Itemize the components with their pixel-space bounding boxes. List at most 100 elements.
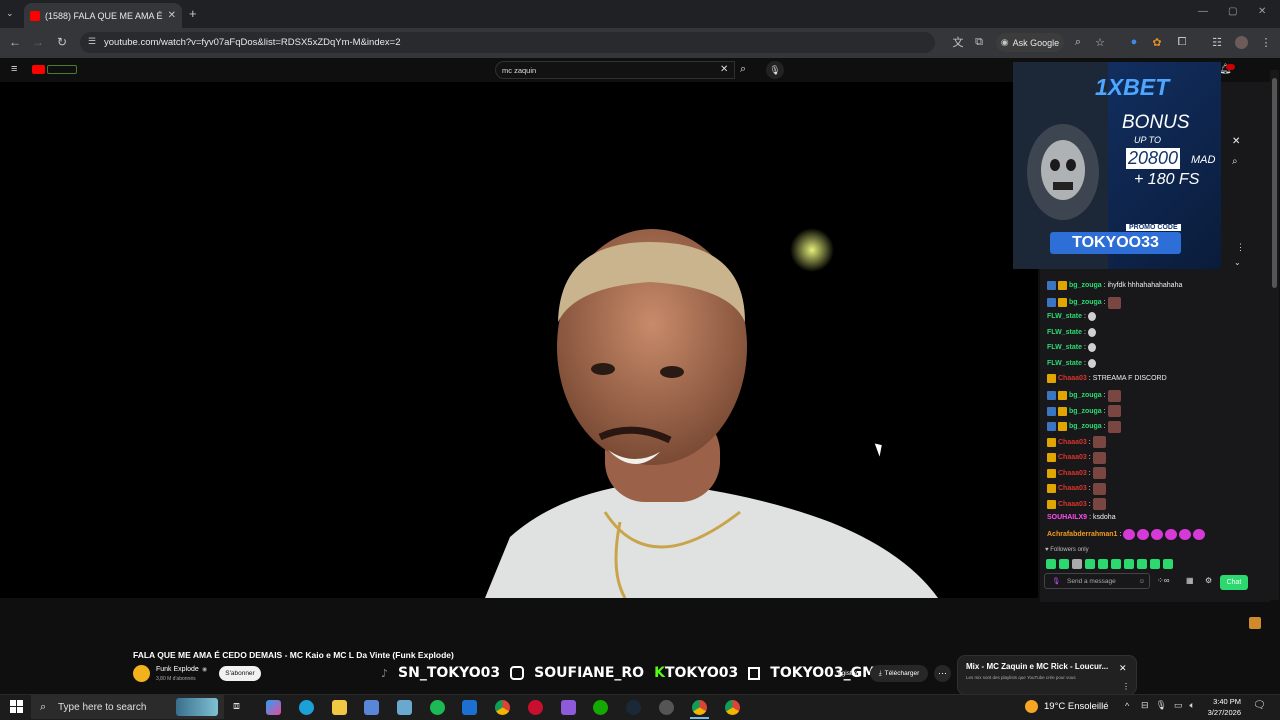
channel-name[interactable]: Funk Explode: [156, 666, 199, 673]
emote-icon[interactable]: [1137, 559, 1147, 569]
search-input[interactable]: mc zaquin: [495, 61, 735, 79]
microphone-tray-icon[interactable]: 🎙︎: [1156, 700, 1167, 711]
close-window-button[interactable]: ✕: [1258, 6, 1266, 17]
chrome-second-icon[interactable]: [725, 700, 740, 715]
copilot-icon[interactable]: [266, 700, 281, 715]
ad-close-icon[interactable]: ✕: [1232, 136, 1240, 147]
back-button[interactable]: ←: [4, 31, 26, 53]
chat-username[interactable]: bg_zouga: [1069, 299, 1102, 306]
emote-icon[interactable]: [1059, 559, 1069, 569]
tray-overflow-icon[interactable]: ^: [1125, 701, 1129, 711]
translate-icon[interactable]: 文: [950, 34, 966, 50]
maximize-button[interactable]: ▢: [1228, 6, 1237, 17]
chat-expand-icon[interactable]: ⌄: [1234, 258, 1241, 267]
chat-username[interactable]: SOUHAILX9: [1047, 514, 1087, 521]
chat-username[interactable]: Chaaa03: [1058, 470, 1087, 477]
tray-icons[interactable]: ⊟ 🎙︎ ▭ 🔈︎: [1141, 700, 1195, 711]
chat-username[interactable]: Chaaa03: [1058, 439, 1087, 446]
download-button[interactable]: ⤓ Télécharger: [870, 665, 928, 682]
taskbar-search-box[interactable]: ⌕ Type here to search: [31, 695, 224, 719]
subscribe-button[interactable]: S'abonner: [219, 666, 261, 681]
mix-more-icon[interactable]: ⋮: [1122, 682, 1130, 691]
chat-username[interactable]: Chaaa03: [1058, 485, 1087, 492]
menu-icon[interactable]: ≡: [11, 63, 17, 75]
browser-tab-active[interactable]: (1588) FALA QUE ME AMA É CE ✕: [24, 3, 182, 28]
ask-google-button[interactable]: ◉ Ask Google: [996, 33, 1064, 52]
more-actions-button[interactable]: ⋯: [934, 665, 951, 682]
new-tab-button[interactable]: +: [189, 6, 197, 21]
search-icon[interactable]: ⌕: [740, 63, 746, 76]
tab-close-icon[interactable]: ✕: [168, 10, 176, 21]
video-player[interactable]: [0, 82, 1038, 598]
bits-icon[interactable]: ⁘∞: [1157, 576, 1169, 585]
chat-search-icon[interactable]: ⌕: [1232, 156, 1238, 167]
emote-icon[interactable]: [1124, 559, 1134, 569]
forward-button[interactable]: →: [27, 31, 49, 53]
address-bar[interactable]: ☰ youtube.com/watch?v=fyv07aFqDos&list=R…: [80, 32, 935, 53]
chat-username[interactable]: Chaaa03: [1058, 501, 1087, 508]
zoom-icon[interactable]: ⌕: [1070, 34, 1086, 50]
store-icon[interactable]: [364, 700, 379, 715]
task-view-icon[interactable]: ⧈: [233, 700, 240, 713]
volume-icon[interactable]: 🔈︎: [1190, 700, 1195, 711]
youtube-wordmark-logo[interactable]: [47, 65, 77, 74]
minimize-button[interactable]: —: [1198, 6, 1208, 17]
chat-send-button[interactable]: Chat: [1220, 575, 1248, 590]
bet-ad-banner[interactable]: 1XBET BONUS UP TO 20800 MAD + 180 FS PRO…: [1013, 62, 1221, 269]
chat-scroll-thumb[interactable]: [1272, 78, 1277, 288]
red-app-icon[interactable]: [528, 700, 543, 715]
youtube-logo-icon[interactable]: [32, 65, 45, 74]
usb-icon[interactable]: ⊟: [1141, 700, 1149, 711]
reading-list-icon[interactable]: ☷: [1209, 34, 1225, 50]
file-explorer-icon[interactable]: [332, 700, 347, 715]
chat-username[interactable]: FLW_state: [1047, 329, 1082, 336]
emote-icon[interactable]: [1098, 559, 1108, 569]
chat-username[interactable]: bg_zouga: [1069, 392, 1102, 399]
chat-username[interactable]: FLW_state: [1047, 344, 1082, 351]
emote-icon[interactable]: [1163, 559, 1173, 569]
chat-username[interactable]: bg_zouga: [1069, 282, 1102, 289]
spotify-icon[interactable]: [430, 700, 445, 715]
chat-username[interactable]: FLW_state: [1047, 313, 1082, 320]
chat-options-icon[interactable]: ⋮: [1236, 242, 1245, 253]
mix-playlist-panel[interactable]: Mix - MC Zaquin e MC Rick - Loucur... Le…: [957, 655, 1137, 695]
clear-search-icon[interactable]: ✕: [720, 64, 728, 75]
chrome-active-icon[interactable]: [692, 700, 707, 715]
tab-list-button[interactable]: ⌄: [6, 8, 14, 19]
extensions-puzzle-icon[interactable]: ⧠: [1174, 34, 1190, 50]
emoji-icon[interactable]: ☺: [1138, 578, 1145, 585]
bookmark-star-icon[interactable]: ☆: [1092, 34, 1108, 50]
emote-icon[interactable]: [1111, 559, 1121, 569]
chat-username[interactable]: bg_zouga: [1069, 408, 1102, 415]
app-gauge-icon[interactable]: [659, 700, 674, 715]
emote-bar[interactable]: [1046, 559, 1173, 569]
app-blue-icon[interactable]: [397, 700, 412, 715]
emote-icon[interactable]: [1085, 559, 1095, 569]
start-button[interactable]: [10, 700, 23, 713]
chrome-icon[interactable]: [495, 700, 510, 715]
calendar-icon[interactable]: ▦: [1186, 576, 1194, 585]
chat-username[interactable]: Achrafabderrahman1: [1047, 531, 1117, 538]
browser-menu-icon[interactable]: ⋮: [1258, 34, 1274, 50]
emote-icon[interactable]: [1150, 559, 1160, 569]
network-icon[interactable]: ▭: [1174, 700, 1183, 711]
weather-widget[interactable]: 19°C Ensoleillé: [1025, 700, 1109, 713]
clock[interactable]: 3:40 PM 3/27/2026: [1205, 696, 1241, 718]
upwork-icon[interactable]: [593, 700, 608, 715]
chat-username[interactable]: bg_zouga: [1069, 423, 1102, 430]
mail-icon[interactable]: [462, 700, 477, 715]
collapsed-ad-icon[interactable]: [1249, 617, 1261, 629]
discord-icon[interactable]: [561, 700, 576, 715]
emote-icon[interactable]: [1046, 559, 1056, 569]
chat-username[interactable]: FLW_state: [1047, 360, 1082, 367]
chat-username[interactable]: Chaaa03: [1058, 454, 1087, 461]
cast-icon[interactable]: ⧉: [971, 34, 987, 50]
reload-button[interactable]: ↻: [51, 31, 73, 53]
site-info-icon[interactable]: ☰: [88, 36, 96, 47]
extension-orange-icon[interactable]: ✿: [1149, 34, 1165, 50]
save-button[interactable]: egistrer: [838, 670, 860, 677]
chat-input[interactable]: 🎙︎ Send a message ☺: [1044, 573, 1150, 589]
mic-icon[interactable]: 🎙︎: [766, 61, 784, 79]
chat-scrollbar[interactable]: [1270, 70, 1279, 600]
edge-icon[interactable]: [299, 700, 314, 715]
